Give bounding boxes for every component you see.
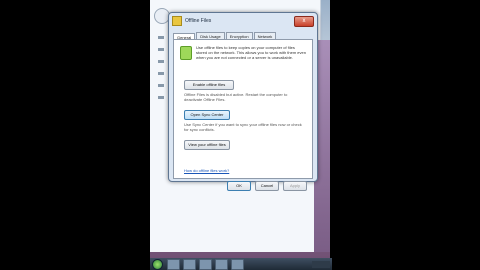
sync-icon <box>180 46 192 60</box>
title-bar[interactable]: Offline Files x <box>169 13 317 29</box>
system-tray[interactable] <box>312 260 330 268</box>
taskbar-window-icon[interactable] <box>215 258 228 270</box>
view-offline-files-button[interactable]: View your offline files <box>184 140 230 150</box>
dialog-title: Offline Files <box>185 18 212 24</box>
cancel-button[interactable]: Cancel <box>255 181 279 191</box>
start-button-icon[interactable] <box>152 258 163 270</box>
status-text: Offline Files is disabled but active. Re… <box>184 92 288 102</box>
taskbar-window-icon[interactable] <box>231 258 244 270</box>
apply-button[interactable]: Apply <box>283 181 307 191</box>
close-button[interactable]: x <box>294 15 314 27</box>
taskbar <box>150 258 332 270</box>
ok-button[interactable]: OK <box>227 181 251 191</box>
general-tab-panel: Use offline files to keep copies on your… <box>173 39 313 179</box>
sync-text: Use Sync Center if you want to sync your… <box>184 122 302 132</box>
taskbar-media-icon[interactable] <box>199 258 212 270</box>
background-list <box>158 36 164 156</box>
help-link[interactable]: How do offline files work? <box>184 168 229 173</box>
enable-offline-files-button[interactable]: Enable offline files <box>184 80 234 90</box>
taskbar-folder-icon[interactable] <box>183 258 196 270</box>
offline-files-icon <box>172 16 182 26</box>
open-sync-center-button[interactable]: Open Sync Center <box>184 110 230 120</box>
description-text: Use offline files to keep copies on your… <box>196 45 306 60</box>
offline-files-dialog: Offline Files x General Disk Usage Encry… <box>168 12 318 191</box>
taskbar-ie-icon[interactable] <box>167 258 180 270</box>
